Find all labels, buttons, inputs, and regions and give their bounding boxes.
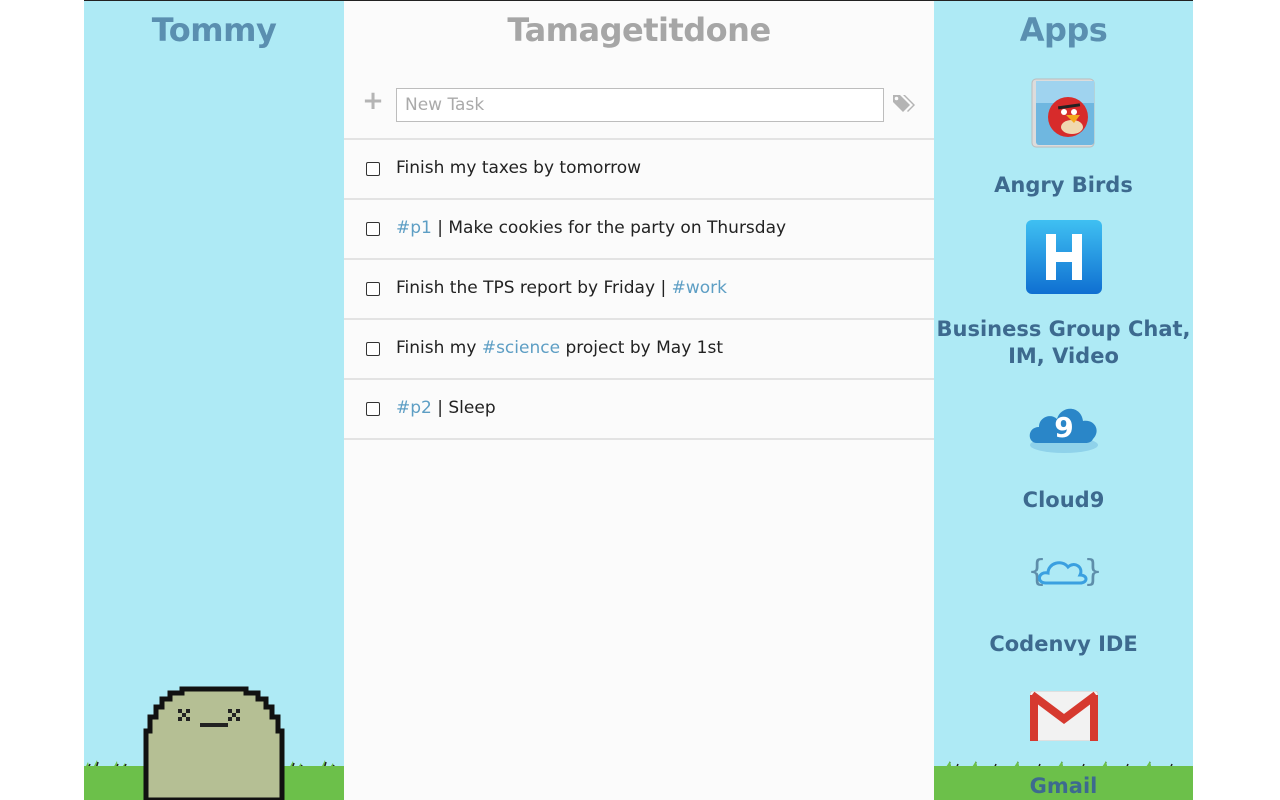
- app-name-gmail[interactable]: Gmail: [934, 773, 1193, 800]
- app-title: Tamagetitdone: [507, 11, 771, 49]
- hipchat-icon[interactable]: [1025, 220, 1102, 294]
- task-checkbox[interactable]: [366, 162, 380, 176]
- hashtag-link[interactable]: #science: [482, 338, 560, 358]
- task-checkbox[interactable]: [366, 282, 380, 296]
- codenvy-icon[interactable]: { }: [1026, 551, 1102, 591]
- app-name-cloud9[interactable]: Cloud9: [934, 487, 1193, 514]
- svg-text:9: 9: [1054, 411, 1073, 444]
- hashtag-link[interactable]: #p2: [396, 398, 432, 418]
- task-item[interactable]: Finish my taxes by tomorrow: [344, 140, 934, 200]
- task-text: Finish my taxes by tomorrow: [396, 158, 641, 178]
- cloud9-icon[interactable]: 9: [1025, 399, 1103, 457]
- task-text: #p2 | Sleep: [396, 398, 496, 418]
- angry-birds-icon[interactable]: [1028, 75, 1100, 151]
- task-text-segment: | Make cookies for the party on Thursday: [431, 218, 787, 238]
- pet-panel: Tommy: [84, 1, 344, 800]
- new-task-row: +: [344, 73, 934, 139]
- task-text: Finish my #science project by May 1st: [396, 338, 723, 358]
- hashtag-link[interactable]: #work: [672, 278, 727, 298]
- task-item[interactable]: #p1 | Make cookies for the party on Thur…: [344, 200, 934, 260]
- task-checkbox[interactable]: [366, 342, 380, 356]
- pet-blob-icon: [143, 686, 285, 800]
- gmail-icon[interactable]: [1029, 691, 1098, 741]
- task-text-segment: Finish the TPS report by Friday |: [396, 278, 672, 298]
- app-name-angry-birds[interactable]: Angry Birds: [934, 172, 1193, 199]
- tags-icon[interactable]: [891, 93, 917, 115]
- new-task-input[interactable]: [396, 88, 884, 122]
- apps-title: Apps: [1019, 11, 1108, 49]
- task-text: #p1 | Make cookies for the party on Thur…: [396, 218, 786, 238]
- task-item[interactable]: Finish my #science project by May 1st: [344, 320, 934, 380]
- pet-name: Tommy: [151, 11, 277, 49]
- task-list: Finish my taxes by tomorrow #p1 | Make co…: [344, 138, 934, 440]
- task-item[interactable]: #p2 | Sleep: [344, 380, 934, 440]
- apps-panel: Apps Angry Birds Business Group Chat, IM…: [934, 1, 1193, 800]
- task-text-segment: project by May 1st: [560, 338, 723, 358]
- task-checkbox[interactable]: [366, 402, 380, 416]
- task-text-segment: Finish my taxes by tomorrow: [396, 158, 642, 178]
- app-name-hipchat[interactable]: Business Group Chat, IM, Video: [934, 316, 1193, 370]
- task-item[interactable]: Finish the TPS report by Friday | #work: [344, 260, 934, 320]
- task-text: Finish the TPS report by Friday | #work: [396, 278, 727, 298]
- hashtag-link[interactable]: #p1: [396, 218, 432, 238]
- add-task-icon[interactable]: +: [362, 88, 384, 114]
- app-name-codenvy[interactable]: Codenvy IDE: [934, 631, 1193, 658]
- task-text-segment: Finish my: [396, 338, 482, 358]
- task-checkbox[interactable]: [366, 222, 380, 236]
- task-text-segment: | Sleep: [431, 398, 496, 418]
- svg-text:}: }: [1084, 554, 1102, 589]
- tasks-panel: Tamagetitdone + Finish my taxes by tomor…: [344, 1, 934, 800]
